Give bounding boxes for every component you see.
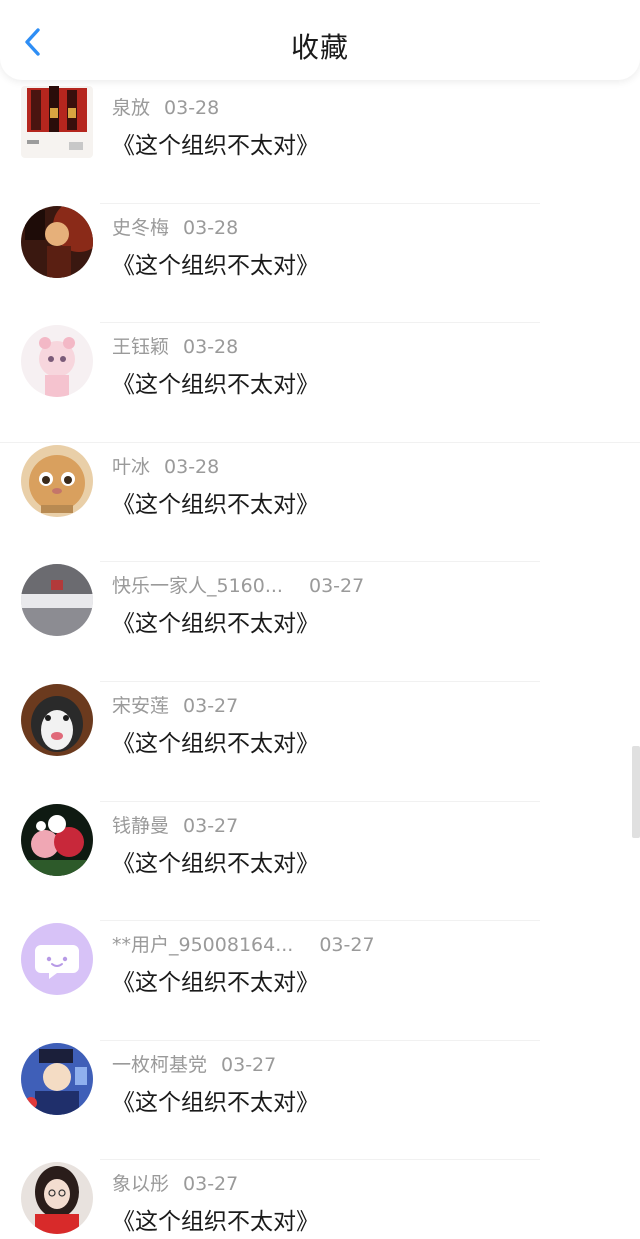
date: 03-28 <box>183 216 239 239</box>
list-item[interactable]: 王钰颖 03-28 《这个组织不太对》 <box>0 323 640 443</box>
user-name: 王钰颖 <box>112 336 170 359</box>
avatar <box>21 444 93 517</box>
favorite-title: 《这个组织不太对》 <box>112 970 319 997</box>
list-item[interactable]: **用户_95008164... 03-27 《这个组织不太对》 <box>0 921 640 1041</box>
user-name: 快乐一家人_5160... <box>112 575 283 598</box>
default-avatar-icon <box>21 923 93 996</box>
list-item[interactable]: 史冬梅 03-28 《这个组织不太对》 <box>0 204 640 324</box>
favorites-page: 收藏 泉放 03-28 《这个组织不太对》 史冬梅 03-28 《这个组织不太对… <box>0 0 640 1239</box>
date: 03-27 <box>221 1053 277 1076</box>
avatar <box>21 86 93 158</box>
date: 03-28 <box>183 336 239 359</box>
favorite-title: 《这个组织不太对》 <box>112 611 319 638</box>
user-name: **用户_95008164... <box>112 934 294 957</box>
page-title: 收藏 <box>290 31 349 64</box>
list-item[interactable]: 象以彤 03-27 《这个组织不太对》 <box>0 1160 640 1239</box>
avatar <box>21 1042 93 1115</box>
date: 03-28 <box>164 97 220 119</box>
avatar <box>21 803 93 876</box>
favorite-title: 《这个组织不太对》 <box>112 491 319 518</box>
avatar <box>21 683 93 756</box>
user-name: 叶冰 <box>112 455 151 478</box>
date: 03-28 <box>164 455 220 478</box>
list-item[interactable]: 钱静曼 03-27 《这个组织不太对》 <box>0 802 640 922</box>
favorite-title: 《这个组织不太对》 <box>112 133 319 159</box>
date: 03-27 <box>183 814 239 837</box>
user-name: 泉放 <box>112 97 151 119</box>
date: 03-27 <box>319 934 375 957</box>
date: 03-27 <box>183 1173 239 1196</box>
favorite-title: 《这个组织不太对》 <box>112 1089 319 1116</box>
favorite-title: 《这个组织不太对》 <box>112 372 319 399</box>
avatar <box>21 923 93 996</box>
avatar <box>21 325 93 398</box>
user-name: 史冬梅 <box>112 216 170 239</box>
avatar <box>21 564 93 637</box>
avatar <box>21 1162 93 1235</box>
favorite-title: 《这个组织不太对》 <box>112 1209 319 1236</box>
list-item[interactable]: 一枚柯基党 03-27 《这个组织不太对》 <box>0 1041 640 1161</box>
user-name: 一枚柯基党 <box>112 1053 208 1076</box>
date: 03-27 <box>308 575 365 598</box>
favorite-title: 《这个组织不太对》 <box>112 850 319 877</box>
list-item[interactable]: 快乐一家人_5160... 03-27 《这个组织不太对》 <box>0 562 640 682</box>
avatar <box>21 205 93 278</box>
top-bar: 收藏 <box>0 0 640 80</box>
user-name: 宋安莲 <box>112 694 170 717</box>
list-item[interactable]: 叶冰 03-28 《这个组织不太对》 <box>0 443 640 563</box>
favorites-list: 泉放 03-28 《这个组织不太对》 史冬梅 03-28 《这个组织不太对》 王… <box>0 84 640 1239</box>
list-item[interactable]: 泉放 03-28 《这个组织不太对》 <box>0 84 640 204</box>
scrollbar[interactable] <box>632 746 640 838</box>
favorite-title: 《这个组织不太对》 <box>112 252 319 279</box>
date: 03-27 <box>183 694 239 717</box>
user-name: 钱静曼 <box>112 814 170 837</box>
list-item[interactable]: 宋安莲 03-27 《这个组织不太对》 <box>0 682 640 802</box>
user-name: 象以彤 <box>112 1173 170 1196</box>
favorite-title: 《这个组织不太对》 <box>112 730 319 757</box>
